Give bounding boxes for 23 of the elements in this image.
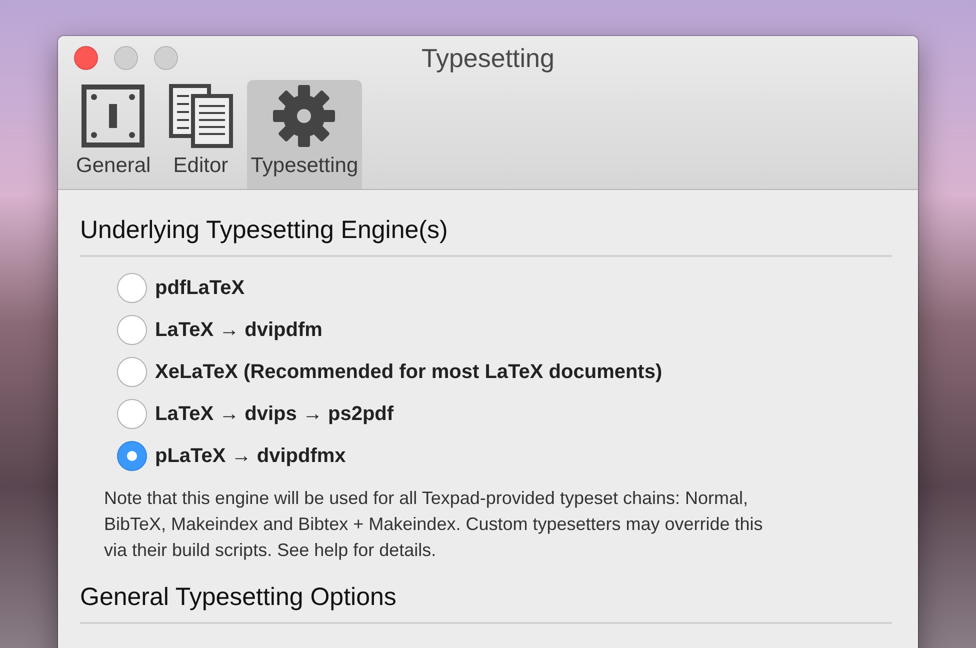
radio-label: LaTeX → dvipdfm <box>155 318 322 342</box>
radio-button[interactable] <box>117 315 147 345</box>
radio-button[interactable] <box>117 399 147 429</box>
radio-button[interactable] <box>117 273 147 303</box>
documents-icon <box>168 84 233 148</box>
engine-note: Note that this engine will be used for all Texpad-provided typeset chains: Normal, BibTeX, Makeindex and Bibtex + Makeindex. Custom typesetters may override this via their build scripts. See help for details. <box>104 487 764 562</box>
gear-icon <box>272 84 336 148</box>
radio-label: pdfLaTeX <box>155 276 245 300</box>
minimize-button[interactable] <box>114 46 138 70</box>
section-heading: Underlying Typesetting Engine(s) <box>80 216 892 257</box>
toolbar-tab[interactable]: Typesetting <box>246 80 362 189</box>
section-heading: General Typesetting Options <box>80 583 892 624</box>
radio-button[interactable] <box>117 357 147 387</box>
radio-label: XeLaTeX (Recommended for most LaTeX documents) <box>155 360 662 384</box>
toolbar-tab[interactable]: General <box>72 80 155 189</box>
zoom-button[interactable] <box>154 46 178 70</box>
radio-button[interactable] <box>117 441 147 471</box>
radio-label: pLaTeX → dvipdfmx <box>155 444 346 468</box>
window-title: Typesetting <box>422 42 554 74</box>
switch-icon <box>81 84 146 148</box>
toolbar-tab[interactable]: Editor <box>164 80 237 189</box>
radio-label: LaTeX → dvips → ps2pdf <box>155 402 394 426</box>
close-button[interactable] <box>74 46 98 70</box>
